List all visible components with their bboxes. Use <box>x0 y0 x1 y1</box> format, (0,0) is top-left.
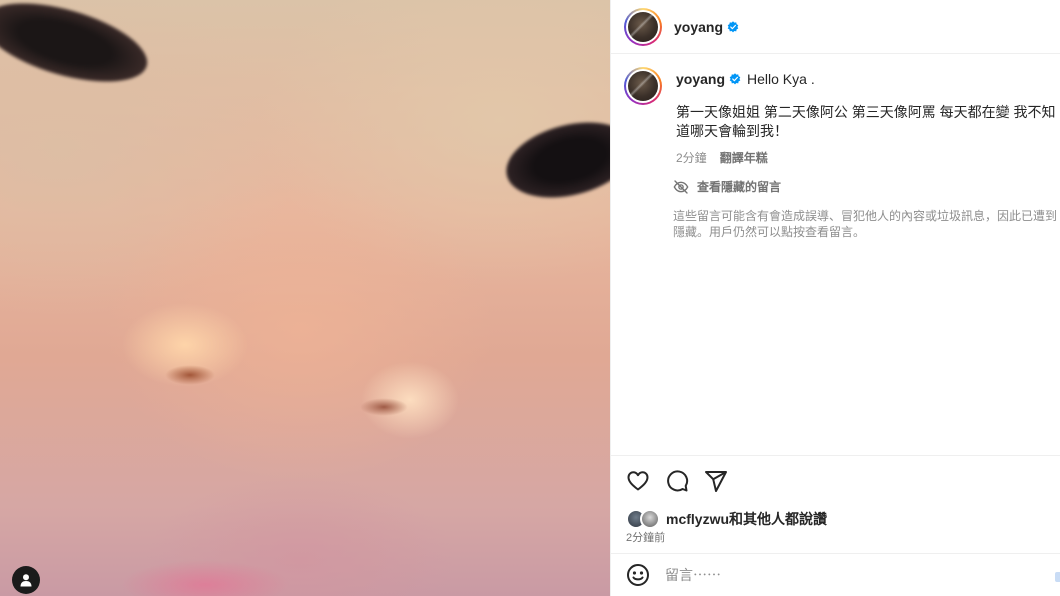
caption-username[interactable]: yoyang <box>676 71 725 87</box>
comment-input[interactable] <box>665 567 1025 583</box>
likes-summary[interactable]: mcflyzwu 和其他人都說讚 <box>626 509 827 529</box>
caption-title: Hello Kya . <box>747 71 815 87</box>
post-header: yoyang <box>611 0 1060 54</box>
view-hidden-comments-label: 查看隱藏的留言 <box>697 180 782 194</box>
author-username[interactable]: yoyang <box>674 19 723 35</box>
photo-right-eye <box>498 110 610 210</box>
translate-button[interactable]: 翻譯年糕 <box>720 149 768 166</box>
caption-timestamp[interactable]: 2分鐘 <box>676 149 707 166</box>
eye-slash-icon <box>673 179 689 194</box>
comment-icon <box>667 470 689 492</box>
comment-composer <box>611 553 1060 596</box>
comment-button[interactable] <box>665 469 689 493</box>
hidden-comments-notice: 這些留言可能含有會造成誤導、冒犯他人的內容或垃圾訊息，因此已遭到隱藏。用戶仍然可… <box>673 209 1058 239</box>
view-hidden-comments-button[interactable]: 查看隱藏的留言 <box>673 178 781 195</box>
send-icon <box>705 471 727 492</box>
caption-author-avatar[interactable] <box>624 67 662 105</box>
photo-nostril-left <box>165 365 215 385</box>
like-button[interactable] <box>626 469 650 493</box>
post-actions: mcflyzwu 和其他人都說讚 2分鐘前 <box>611 455 1060 553</box>
author-avatar[interactable] <box>624 7 662 46</box>
person-icon <box>20 574 32 587</box>
liker-avatars <box>626 509 662 529</box>
tagged-users-button[interactable] <box>12 566 40 594</box>
liker-username[interactable]: mcflyzwu <box>666 511 729 527</box>
post-timestamp[interactable]: 2分鐘前 <box>626 529 665 545</box>
heart-icon <box>627 471 649 491</box>
photo-lip <box>120 560 290 596</box>
post-side-panel: yoyang yoyang Hello Kya . 第一天像姐姐 第二天像阿公 … <box>610 0 1060 596</box>
share-button[interactable] <box>704 469 728 493</box>
post-comment-button[interactable] <box>1055 572 1060 582</box>
verified-badge-icon <box>727 20 739 32</box>
caption-text: 第一天像姐姐 第二天像阿公 第三天像阿罵 每天都在變 我不知道哪天會輪到我！ <box>676 104 1056 139</box>
verified-badge-icon <box>729 73 741 85</box>
photo-left-eye <box>0 0 156 98</box>
emoji-icon <box>627 564 649 586</box>
likes-suffix[interactable]: 和其他人都說讚 <box>729 509 827 529</box>
emoji-button[interactable] <box>626 563 650 587</box>
post-caption: yoyang Hello Kya . 第一天像姐姐 第二天像阿公 第三天像阿罵 … <box>624 67 1060 166</box>
post-media-image[interactable] <box>0 0 610 596</box>
photo-nostril-right <box>360 398 408 416</box>
